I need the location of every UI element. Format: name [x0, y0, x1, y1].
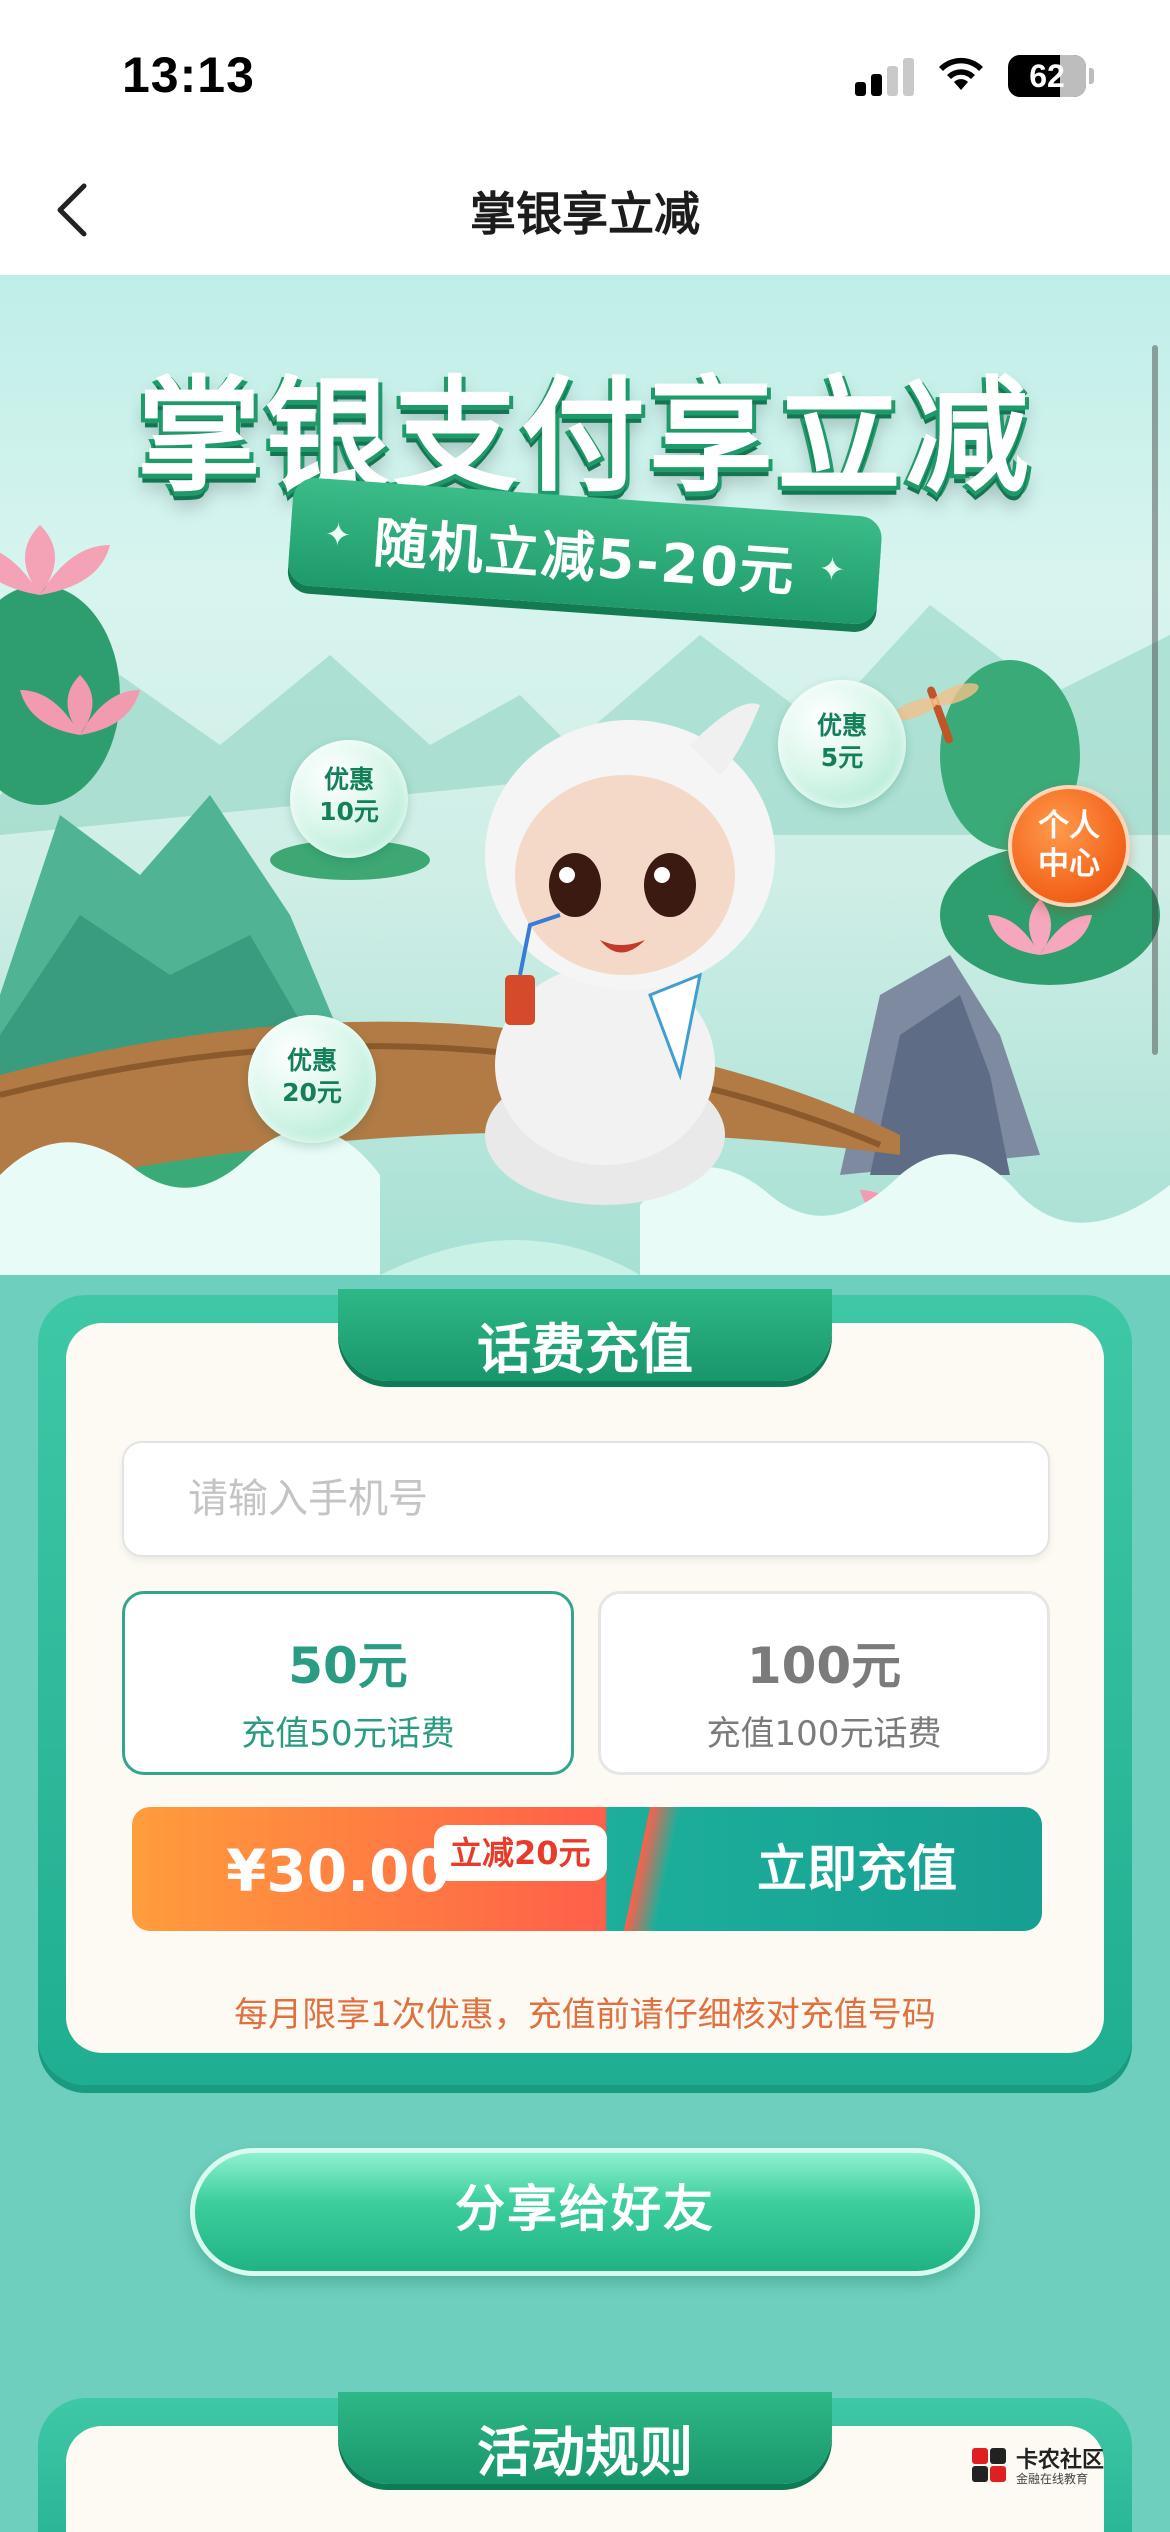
bubble-label: 优惠 [816, 711, 867, 740]
personal-center-line2: 中心 [1038, 846, 1100, 882]
payment-bar: ¥30.00 立减20元 立即充值 [132, 1807, 1042, 1931]
kanong-logo-icon [972, 2448, 1006, 2482]
watermark: 卡农社区 金融在线教育 [970, 2440, 1120, 2490]
bubble-label: 优惠 [286, 1046, 337, 1075]
battery-tip [1089, 68, 1094, 84]
bubble-value: 20元 [282, 1078, 342, 1107]
discount-badge: 立减20元 [434, 1825, 607, 1881]
section-tab: 话费充值 [338, 1289, 832, 1381]
page-title: 掌银享立减 [470, 187, 700, 241]
phone-number-input[interactable] [122, 1441, 1050, 1557]
section-title: 话费充值 [477, 1318, 693, 1381]
discount-bubble-20: 优惠 20元 [248, 1015, 376, 1143]
battery-level: 62 [1029, 58, 1065, 94]
recharge-option-50[interactable]: 50元 充值50元话费 [122, 1591, 574, 1775]
promo-banner: 掌银支付享立减 ✦ 随机立减5-20元 ✦ 优惠 10元 优惠 5元 优惠 20… [0, 275, 1170, 1275]
rules-tab: 活动规则 [338, 2392, 832, 2484]
wifi-icon [939, 57, 983, 90]
share-to-friends-button[interactable]: 分享给好友 [190, 2148, 980, 2276]
battery-icon: 62 [1008, 55, 1086, 97]
sparkle-icon: ✦ [817, 549, 847, 590]
rules-title: 活动规则 [477, 2421, 693, 2484]
recharge-option-100[interactable]: 100元 充值100元话费 [598, 1591, 1050, 1775]
option-amount: 100元 [746, 1637, 902, 1695]
rules-card: 活动规则 [38, 2392, 1132, 2532]
recharge-now-button[interactable]: 立即充值 [672, 1807, 1042, 1931]
option-desc: 充值50元话费 [241, 1714, 455, 1754]
scrollbar[interactable] [1152, 345, 1158, 1055]
personal-center-button[interactable]: 个人 中心 [1008, 785, 1130, 907]
bubble-label: 优惠 [323, 765, 374, 794]
option-amount: 50元 [288, 1637, 408, 1695]
personal-center-line1: 个人 [1038, 808, 1100, 844]
bubble-value: 10元 [319, 797, 379, 826]
headline: 掌银支付享立减 [136, 365, 1033, 509]
option-desc: 充值100元话费 [706, 1714, 942, 1754]
recharge-card: 50元 充值50元话费 100元 充值100元话费 ¥30.00 立减20元 立… [38, 1289, 1132, 2085]
price: ¥30.00 [226, 1837, 450, 1905]
recharge-card-body: 50元 充值50元话费 100元 充值100元话费 ¥30.00 立减20元 立… [66, 1323, 1104, 2053]
discount-bubble-10: 优惠 10元 [290, 740, 408, 858]
navigation-bar: 掌银享立减 [0, 150, 1170, 275]
watermark-subtitle: 金融在线教育 [1016, 2472, 1089, 2486]
discount-bubble-5: 优惠 5元 [778, 680, 906, 808]
status-time: 13:13 [122, 47, 255, 103]
cellular-signal-icon [855, 56, 915, 96]
bubble-value: 5元 [820, 743, 864, 772]
status-bar: 13:13 62 [0, 0, 1170, 150]
recharge-notice: 每月限享1次优惠，充值前请仔细核对充值号码 [234, 1995, 936, 2035]
